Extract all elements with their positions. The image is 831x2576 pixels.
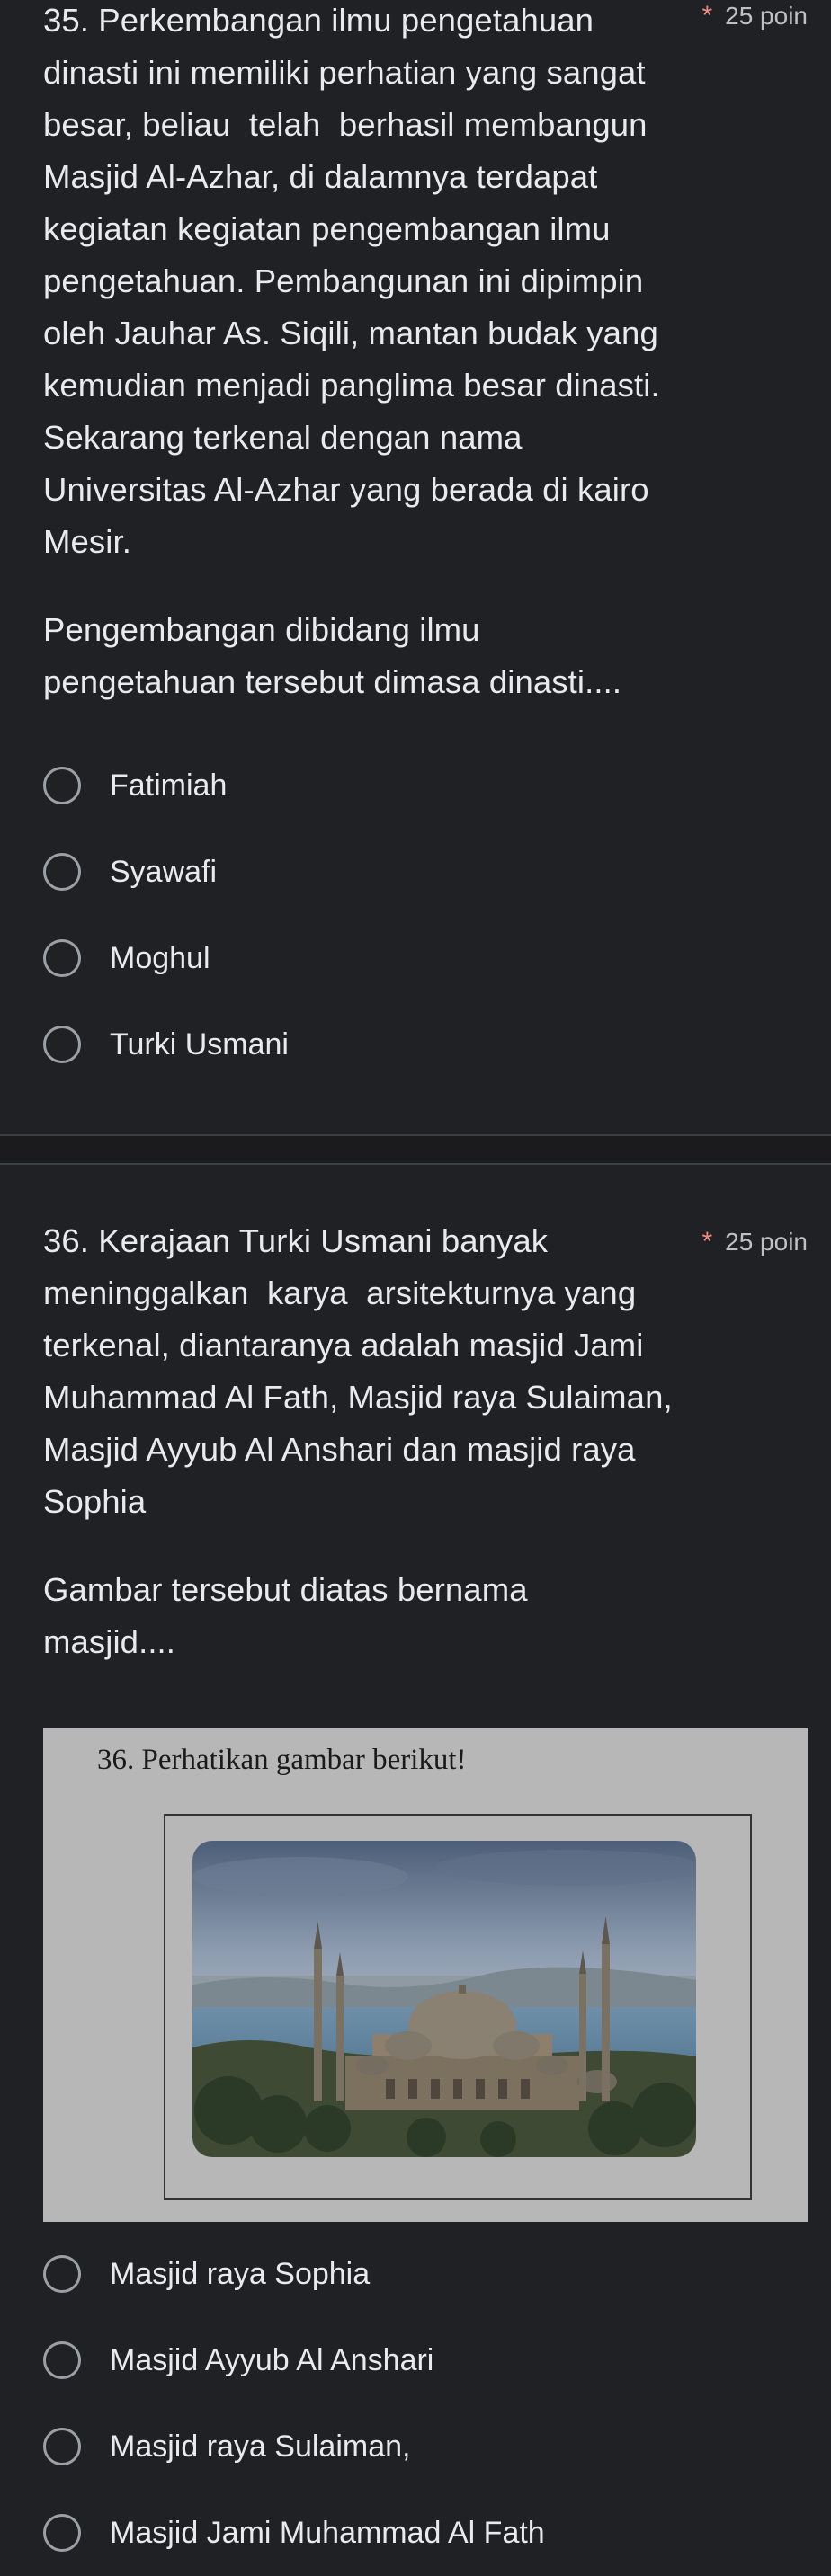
points-label: 25 poin xyxy=(725,2,808,30)
answer-option[interactable]: Fatimiah xyxy=(43,742,808,829)
radio-button[interactable] xyxy=(43,1026,81,1063)
required-star-icon: * xyxy=(701,1227,713,1257)
question-body-text: meninggalkan karya arsitekturnya yang te… xyxy=(43,1275,682,1520)
image-frame xyxy=(164,1814,752,2200)
option-label: Moghul xyxy=(110,940,210,975)
mosque-illustration xyxy=(192,1841,696,2157)
answer-options: Fatimiah Syawafi Moghul Turki Usmani xyxy=(43,742,808,1088)
radio-button[interactable] xyxy=(43,853,81,891)
question-header: 35. Perkembangan ilmu pengetahuan * 25 po… xyxy=(43,0,808,47)
option-label: Masjid raya Sulaiman, xyxy=(110,2429,411,2464)
answer-option[interactable]: Masjid Jami Muhammad Al Fath xyxy=(43,2490,808,2576)
question-body-text: dinasti ini memiliki perhatian yang sang… xyxy=(43,54,669,560)
question-divider xyxy=(0,1134,831,1165)
answer-option[interactable]: Turki Usmani xyxy=(43,1001,808,1088)
answer-options: Masjid raya Sophia Masjid Ayyub Al Ansha… xyxy=(43,2231,808,2576)
option-label: Masjid raya Sophia xyxy=(110,2256,371,2291)
radio-button[interactable] xyxy=(43,2514,81,2552)
option-label: Masjid Ayyub Al Anshari xyxy=(110,2342,434,2377)
points-indicator: * 25 poin xyxy=(701,0,808,40)
required-star-icon: * xyxy=(701,1,713,31)
option-label: Syawafi xyxy=(110,854,218,889)
points-label: 25 poin xyxy=(725,1228,808,1256)
radio-button[interactable] xyxy=(43,2255,81,2293)
answer-option[interactable]: Moghul xyxy=(43,915,808,1001)
question-image: 36. Perhatikan gambar berikut! xyxy=(43,1728,808,2222)
option-label: Turki Usmani xyxy=(110,1026,289,1061)
answer-option[interactable]: Masjid Ayyub Al Anshari xyxy=(43,2317,808,2403)
points-indicator: * 25 poin xyxy=(701,1219,808,1266)
image-caption: 36. Perhatikan gambar berikut! xyxy=(97,1744,467,1776)
question-title-line: 36. Kerajaan Turki Usmani banyak xyxy=(43,1222,549,1259)
answer-option[interactable]: Masjid raya Sulaiman, xyxy=(43,2403,808,2490)
answer-option[interactable]: Masjid raya Sophia xyxy=(43,2231,808,2317)
radio-button[interactable] xyxy=(43,2428,81,2465)
answer-option[interactable]: Syawafi xyxy=(43,829,808,915)
radio-button[interactable] xyxy=(43,939,81,977)
question-prompt: Gambar tersebut diatas bernama masjid...… xyxy=(43,1571,537,1660)
mosque-photo xyxy=(192,1841,696,2157)
question-prompt: Pengembangan dibidang ilmu pengetahuan t… xyxy=(43,611,622,700)
question-card-35: 35. Perkembangan ilmu pengetahuan * 25 po… xyxy=(0,0,831,1088)
radio-button[interactable] xyxy=(43,2341,81,2379)
option-label: Masjid Jami Muhammad Al Fath xyxy=(110,2515,545,2550)
question-card-36: 36. Kerajaan Turki Usmani banyak * 25 poi… xyxy=(0,1215,831,2576)
option-label: Fatimiah xyxy=(110,768,228,803)
question-title-line: 35. Perkembangan ilmu pengetahuan xyxy=(43,2,594,39)
question-header: 36. Kerajaan Turki Usmani banyak * 25 poi… xyxy=(43,1215,808,1267)
radio-button[interactable] xyxy=(43,767,81,804)
